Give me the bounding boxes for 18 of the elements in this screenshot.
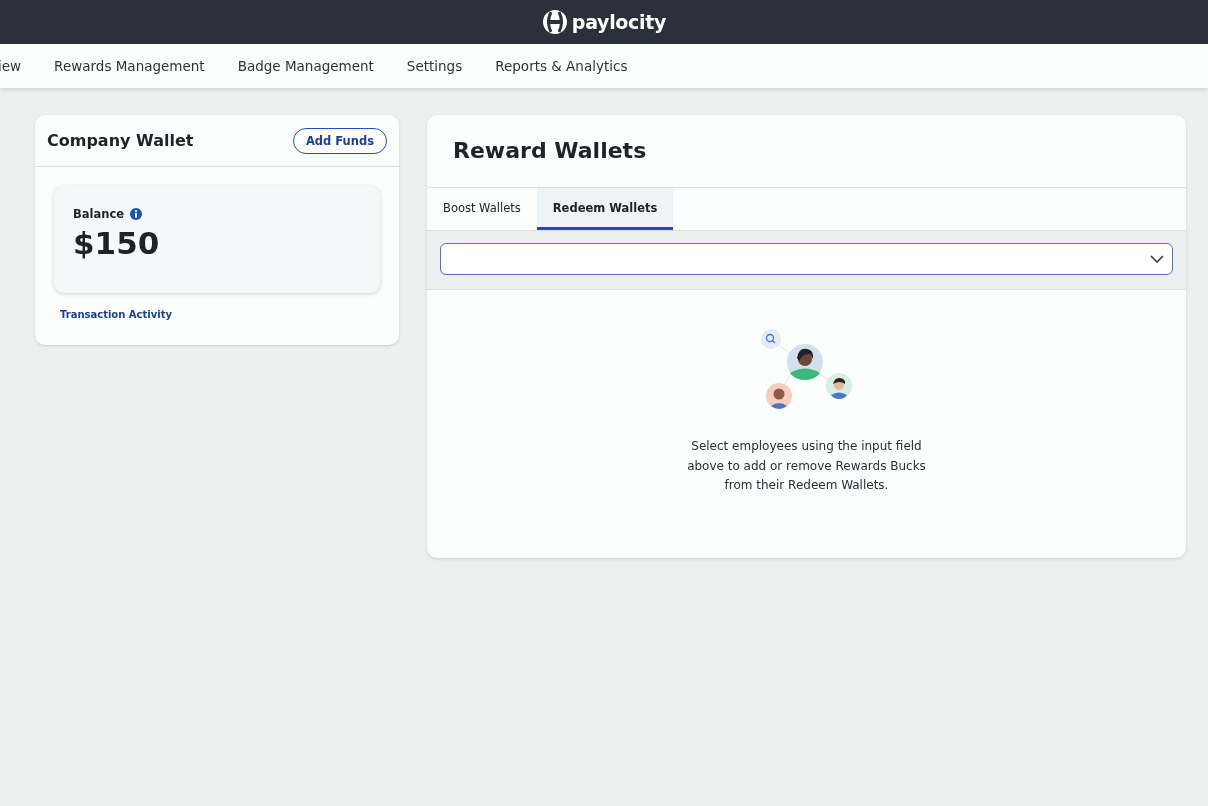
balance-amount: $150 xyxy=(73,225,161,261)
employee-select-field[interactable] xyxy=(440,243,1173,275)
nav-link[interactable]: Rewards Management xyxy=(54,58,205,74)
nav-link[interactable]: Settings xyxy=(406,58,463,74)
add-funds-button[interactable]: Add Funds xyxy=(292,127,387,154)
nav-link[interactable]: iew xyxy=(0,58,22,74)
nav-link[interactable]: Badge Management xyxy=(237,58,374,74)
chevron-down-icon[interactable] xyxy=(1150,255,1164,263)
logo-text: paylocity xyxy=(571,11,667,33)
empty-state-message: Select employees using the input field above to add or remove Rewards Bucks from their Redeem Wallets. xyxy=(686,438,927,494)
tab[interactable]: Boost Wallets xyxy=(427,188,537,230)
transaction-activity-link[interactable]: Transaction Activity xyxy=(60,309,172,320)
balance-label: Balance xyxy=(73,207,125,221)
card-title: Company Wallet xyxy=(47,131,194,150)
info-icon[interactable] xyxy=(130,208,143,220)
tab[interactable]: Redeem Wallets xyxy=(536,188,674,230)
logo-icon xyxy=(541,9,568,35)
nav-link[interactable]: Reports & Analytics xyxy=(495,58,628,74)
